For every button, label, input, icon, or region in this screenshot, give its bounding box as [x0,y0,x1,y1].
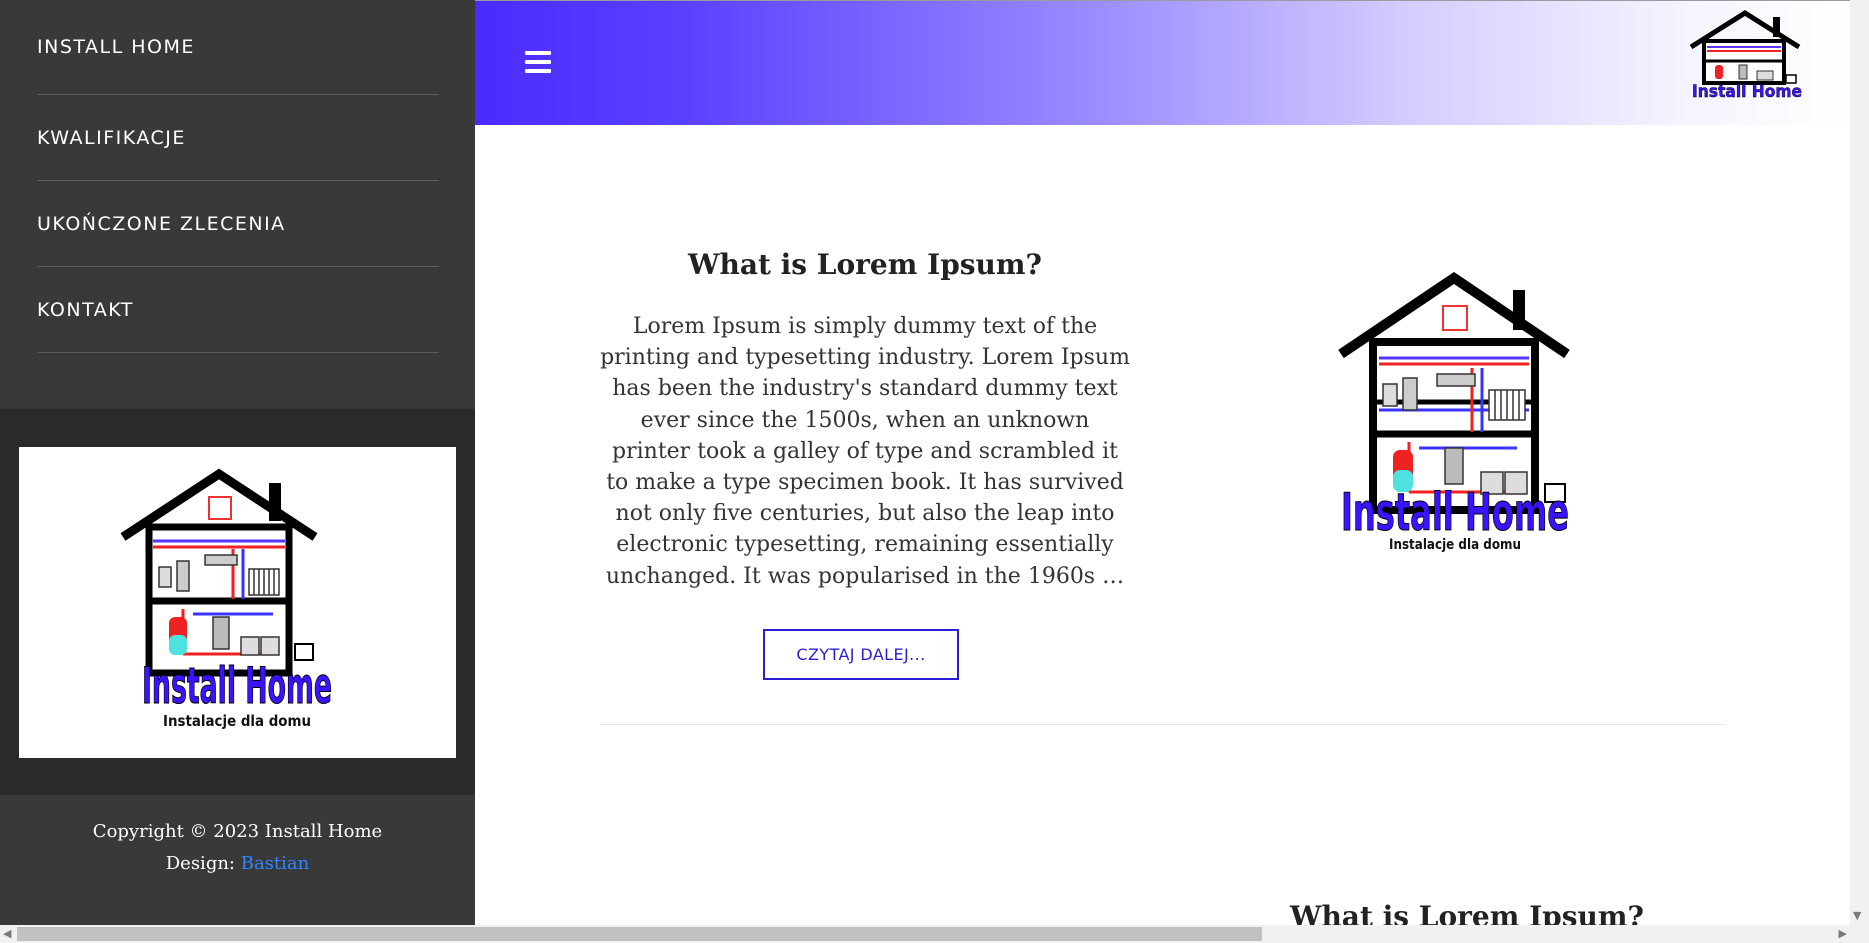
header-logo[interactable]: Install Home [1687,9,1807,105]
nav-item-kwalifikacje[interactable]: KWALIFIKACJE [37,95,439,181]
header-logo-text: Install Home [1692,82,1802,101]
section-title: What is Lorem Ipsum? [688,248,1042,281]
footer-copyright: Copyright © 2023 Install Home Design: Ba… [0,816,475,880]
design-credit: Design: Bastian [0,848,475,880]
design-author-link[interactable]: Bastian [241,853,310,874]
hamburger-menu-icon[interactable] [525,51,551,73]
logo-brand-text: Install Home [142,657,332,715]
scroll-down-arrow-icon[interactable]: ▼ [1853,909,1861,922]
horizontal-scroll-thumb[interactable] [17,927,1262,941]
nav-item-install-home[interactable]: INSTALL HOME [37,0,439,95]
horizontal-scrollbar[interactable]: ◀ ▶ [0,925,1869,943]
top-header: Install Home [475,0,1850,125]
nav-item-kontakt[interactable]: KONTAKT [37,267,439,353]
scroll-left-arrow-icon[interactable]: ◀ [3,927,11,940]
design-label: Design: [165,853,235,874]
house-logo-icon: Install Home [1689,10,1802,102]
scroll-right-arrow-icon[interactable]: ▶ [1839,927,1847,940]
copyright-text: Copyright © 2023 Install Home [92,821,383,842]
house-logo-icon: Install Home Instalacje dla domu [120,468,333,730]
main-logo-tagline-text: Instalacje dla domu [1389,537,1521,552]
read-more-button[interactable]: CZYTAJ DALEJ... [763,629,959,680]
section-body-text: Lorem Ipsum is simply dummy text of the … [600,314,1130,589]
main-logo-brand-text: Install Home [1341,483,1569,543]
sidebar-nav: INSTALL HOME KWALIFIKACJE UKOŃCZONE ZLEC… [37,0,439,353]
vertical-scrollbar[interactable]: ▼ [1850,0,1869,925]
main-logo-image: Install Home Instalacje dla domu [1337,271,1577,556]
sidebar-logo: Install Home Instalacje dla domu [19,447,456,758]
logo-tagline-text: Instalacje dla domu [163,712,311,730]
house-logo-icon: Install Home Instalacje dla domu [1338,271,1570,553]
nav-item-ukonczone-zlecenia[interactable]: UKOŃCZONE ZLECENIA [37,181,439,267]
section-divider [600,724,1726,725]
